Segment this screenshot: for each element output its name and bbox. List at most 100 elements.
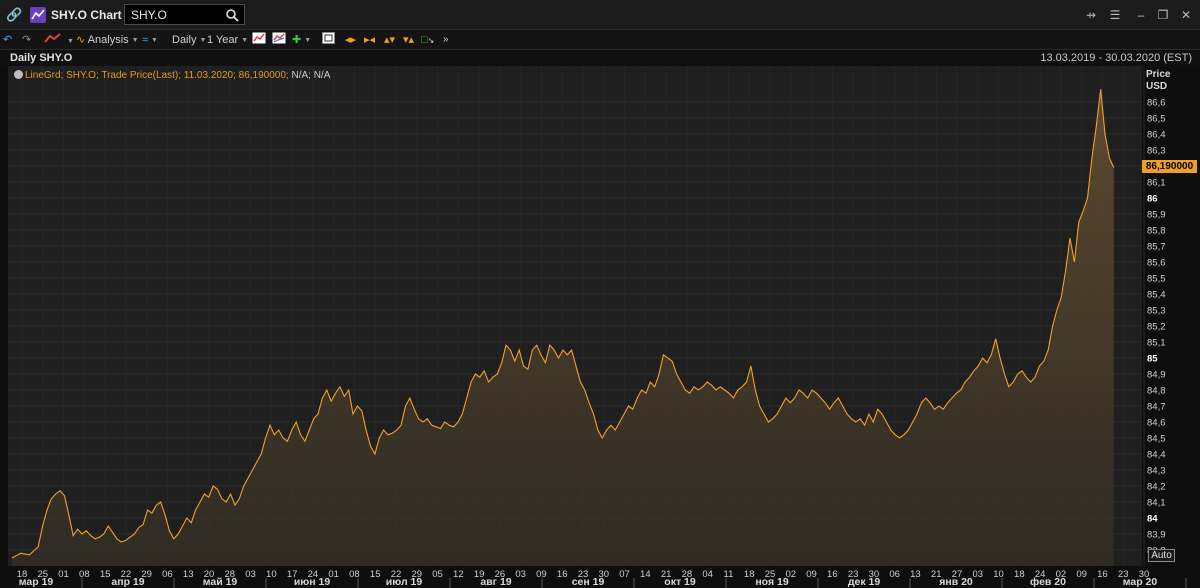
y-tick-label: 84,8 — [1147, 386, 1166, 397]
analysis-button[interactable]: ∿ Analysis ▼ — [76, 32, 139, 48]
close-icon[interactable]: ✕ — [1178, 7, 1194, 23]
month-label: апр 19 — [111, 576, 144, 588]
menu-icon[interactable]: ☰ — [1107, 7, 1123, 23]
x-tick-label: 18 — [744, 569, 755, 580]
y-tick-label: 85,2 — [1147, 322, 1166, 333]
pan-left-right-icon[interactable]: ◂▸ — [345, 32, 356, 48]
chart-name: Daily SHY.O — [10, 52, 73, 64]
zoom-in-x-icon[interactable]: ▸◂ — [364, 32, 375, 48]
price-label: Price — [1146, 69, 1171, 80]
x-tick-label: 13 — [183, 569, 194, 580]
month-label: май 19 — [203, 576, 238, 588]
x-tick-label: 10 — [266, 569, 277, 580]
y-tick-label: 84,4 — [1147, 450, 1166, 461]
chart-app-icon — [30, 7, 46, 23]
x-tick-label: 01 — [58, 569, 69, 580]
compare-chart-icon[interactable] — [272, 32, 286, 48]
restore-icon[interactable]: ❐ — [1155, 7, 1171, 23]
y-tick-label: 85 — [1147, 354, 1158, 365]
y-tick-label: 85,9 — [1147, 210, 1166, 221]
month-label: фев 20 — [1030, 576, 1066, 588]
x-tick-label: 03 — [245, 569, 256, 580]
interval-label: Daily — [172, 34, 197, 46]
search-icon[interactable] — [225, 8, 239, 22]
month-axis: мар 19 апр 19 май 19 июн 19 июл 19 авг 19 сен … — [19, 576, 1187, 588]
link-icon[interactable]: 🔗 — [6, 8, 22, 22]
y-tick-label: 84,6 — [1147, 418, 1166, 429]
y-tick-label: 84,7 — [1147, 402, 1166, 413]
x-tick-label: 13 — [910, 569, 921, 580]
y-tick-label: 84 — [1147, 514, 1158, 525]
x-tick-label: 09 — [536, 569, 547, 580]
more-tools-icon[interactable]: » — [443, 32, 449, 48]
window-title: SHY.O Chart — [51, 8, 122, 22]
y-tick-label: 84,9 — [1147, 370, 1166, 381]
month-label: янв 20 — [939, 576, 973, 588]
layout-icon[interactable]: ⇸ — [1083, 7, 1099, 23]
x-tick-label: 06 — [162, 569, 173, 580]
y-tick-label: 85,5 — [1147, 274, 1166, 285]
analysis-icon: ∿ — [76, 34, 86, 46]
x-tick-label: 18 — [1014, 569, 1025, 580]
last-price-badge: 86,190000 — [1142, 160, 1197, 173]
x-tick-label: 11 — [724, 569, 734, 580]
month-label: мар 19 — [19, 576, 54, 588]
x-tick-label: 16 — [557, 569, 568, 580]
month-label: ноя 19 — [755, 576, 789, 588]
search-box[interactable] — [124, 4, 245, 25]
x-tick-label: 15 — [100, 569, 111, 580]
pan-up-down-icon[interactable]: ▴▾ — [384, 32, 395, 48]
month-label: июн 19 — [294, 576, 331, 588]
y-tick-label: 86,4 — [1147, 130, 1166, 141]
month-label: сен 19 — [572, 576, 605, 588]
y-tick-label: 84,1 — [1147, 498, 1166, 509]
y-tick-label: 84,5 — [1147, 434, 1166, 445]
chart-legend: LineGrd; SHY.O; Trade Price(Last); 11.03… — [14, 70, 330, 81]
legend-text: LineGrd; SHY.O; Trade Price(Last); 11.03… — [25, 70, 289, 81]
y-tick-label: 86,1 — [1147, 178, 1166, 189]
legend-series-icon[interactable] — [14, 70, 23, 79]
x-tick-label: 09 — [1076, 569, 1087, 580]
x-tick-label: 16 — [827, 569, 838, 580]
y-tick-label: 83,9 — [1147, 530, 1166, 541]
x-tick-label: 08 — [79, 569, 90, 580]
range-label: 1 Year — [207, 34, 239, 46]
studies-icon[interactable]: ≈ ▼ — [142, 32, 158, 48]
legend-rest: N/A; N/A — [291, 70, 331, 81]
select-zoom-icon[interactable]: □↘ — [421, 32, 434, 48]
y-tick-label: 85,1 — [1147, 338, 1166, 349]
x-tick-label: 05 — [432, 569, 443, 580]
y-tick-label: 85,3 — [1147, 306, 1166, 317]
redo-icon[interactable]: ↷ — [22, 32, 31, 48]
chart-type-icon — [44, 33, 61, 43]
interval-dropdown[interactable]: Daily ▼ — [172, 32, 206, 48]
price-chart[interactable]: 83,883,98484,184,284,384,484,584,684,784… — [0, 66, 1200, 588]
x-tick-label: 03 — [515, 569, 526, 580]
y-tick-label: 84,2 — [1147, 482, 1166, 493]
search-input[interactable] — [131, 7, 221, 22]
month-label: мар 20 — [1123, 576, 1158, 588]
y-tick-label: 86,3 — [1147, 146, 1166, 157]
x-tick-label: 16 — [1097, 569, 1108, 580]
month-label: окт 19 — [664, 576, 696, 588]
x-tick-label: 14 — [640, 569, 651, 580]
zoom-in-y-icon[interactable]: ▾▴ — [403, 32, 414, 48]
auto-scale-button[interactable]: Auto — [1148, 549, 1175, 562]
x-tick-label: 06 — [889, 569, 900, 580]
title-bar: 🔗 SHY.O Chart ⇸ ☰ – ❐ ✕ — [0, 0, 1200, 30]
minimize-icon[interactable]: – — [1133, 7, 1149, 23]
crosshair-icon[interactable]: ✚ ▼ — [292, 32, 311, 48]
y-tick-label: 86,6 — [1147, 98, 1166, 109]
x-tick-label: 03 — [972, 569, 983, 580]
undo-icon[interactable]: ↶ — [3, 32, 12, 48]
chart-toolbar: ↶ ↷ ▼ ∿ Analysis ▼ ≈ ▼ Daily ▼ 1 Year ▼ ✚ ▼ ◂… — [0, 30, 1200, 50]
range-dropdown[interactable]: 1 Year ▼ — [207, 32, 248, 48]
month-label: дек 19 — [848, 576, 881, 588]
month-label: авг 19 — [480, 576, 511, 588]
chart-type-button[interactable]: ▼ — [44, 32, 74, 48]
x-tick-label: 12 — [453, 569, 464, 580]
y-tick-label: 86 — [1147, 194, 1158, 205]
x-tick-label: 09 — [806, 569, 817, 580]
zoom-box-icon[interactable] — [322, 32, 335, 48]
line-chart-icon[interactable] — [252, 32, 266, 48]
